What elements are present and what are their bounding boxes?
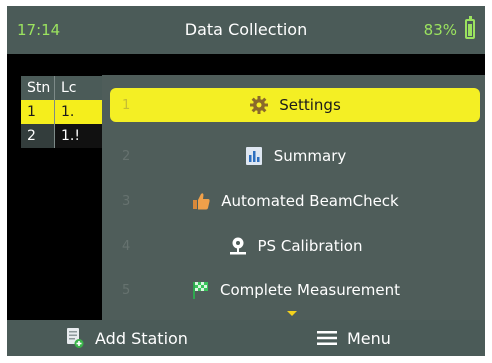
menu-item-label: Settings: [279, 96, 341, 114]
popup-menu: 1 Settings 2 Summary 3 Automated BeamChe…: [102, 75, 485, 320]
thumbs-up-icon: [191, 191, 211, 211]
menu-item-number: 4: [122, 238, 131, 254]
menu-item-number: 1: [122, 97, 131, 113]
status-bar: 17:14 Data Collection 83%: [7, 6, 485, 54]
screen-title: Data Collection: [184, 20, 308, 39]
finish-flag-icon: [190, 280, 210, 300]
chevron-down-icon[interactable]: [287, 311, 297, 316]
battery-icon: [465, 16, 475, 39]
menu-item-summary[interactable]: 2 Summary: [110, 139, 480, 173]
menu-item-number: 2: [122, 148, 131, 164]
menu-item-label: Automated BeamCheck: [221, 192, 399, 210]
menu-label: Menu: [347, 328, 391, 348]
menu-button[interactable]: Menu: [317, 320, 391, 356]
menu-item-label: Summary: [273, 147, 347, 165]
bottom-bar: Add Station Menu: [7, 320, 485, 356]
menu-item-automated-beamcheck[interactable]: 3 Automated BeamCheck: [110, 184, 480, 218]
cell-stn: 2: [21, 124, 55, 148]
menu-item-label: PS Calibration: [257, 237, 363, 255]
calibration-icon: [228, 236, 248, 256]
summary-chart-icon: [244, 146, 264, 166]
device-screen: 17:14 Data Collection 83% Stn Lc 1 1. 2 …: [7, 6, 485, 356]
hamburger-icon: [317, 327, 337, 349]
cell-stn: 1: [21, 100, 55, 124]
menu-item-number: 3: [122, 193, 131, 209]
add-station-button[interactable]: Add Station: [65, 320, 188, 356]
add-station-label: Add Station: [95, 328, 188, 348]
menu-item-label: Complete Measurement: [219, 281, 401, 299]
menu-item-complete-measurement[interactable]: 5 Complete Measurement: [110, 273, 480, 307]
menu-item-ps-calibration[interactable]: 4 PS Calibration: [110, 229, 480, 263]
menu-item-number: 5: [122, 282, 131, 298]
battery-percentage: 83%: [423, 21, 457, 39]
column-header-stn: Stn: [21, 76, 55, 100]
menu-item-settings[interactable]: 1 Settings: [110, 88, 480, 122]
add-station-icon: [65, 327, 85, 349]
gear-icon: [249, 95, 269, 115]
